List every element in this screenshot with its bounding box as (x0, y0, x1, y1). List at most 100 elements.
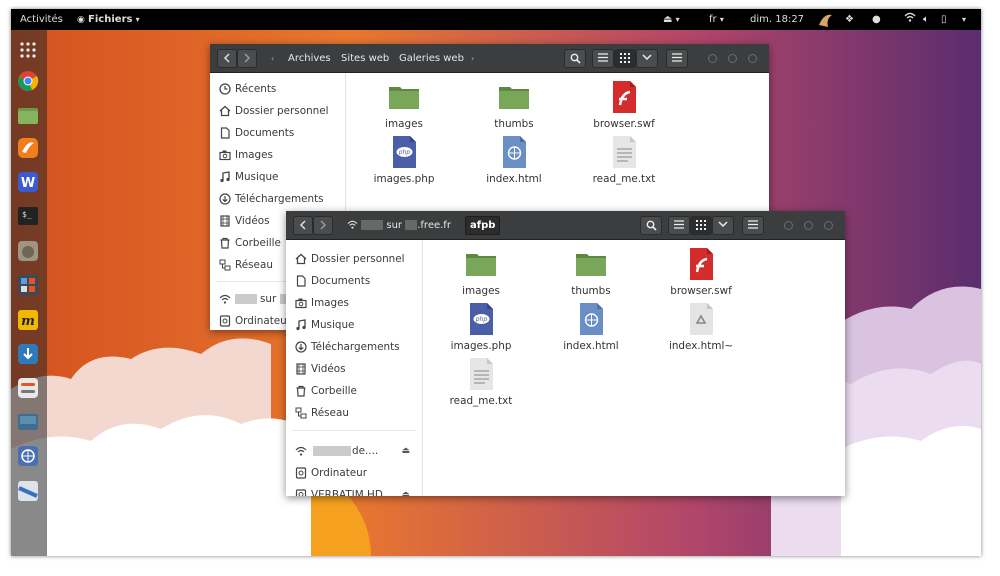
activities-button[interactable]: Activités (20, 9, 63, 30)
language-menu[interactable]: fr ▾ (709, 9, 724, 30)
list-view-button[interactable] (592, 49, 614, 68)
sidebar-item[interactable]: Téléchargements (210, 188, 345, 210)
sidebar-item[interactable]: VERBATIM HD ⏏ (286, 484, 422, 496)
disk-icon[interactable] (17, 480, 39, 502)
clock[interactable]: dim. 18:27 (750, 9, 804, 30)
list-view-button[interactable] (668, 216, 690, 235)
file-name: browser.swf (670, 285, 732, 297)
computer-icon (295, 467, 307, 479)
maximize-button[interactable] (804, 221, 813, 230)
view-options-button[interactable] (712, 216, 734, 235)
sidebar-item-label: Ordinateur (311, 467, 368, 479)
back-button[interactable] (293, 216, 313, 235)
sidebar-item[interactable]: de.... ⏏ (286, 440, 422, 462)
settings-icon[interactable] (17, 377, 39, 399)
file-item[interactable]: read_me.txt (431, 356, 531, 407)
back-button[interactable] (217, 49, 237, 68)
forward-button[interactable] (313, 216, 333, 235)
sidebar-item[interactable]: Réseau (286, 402, 422, 424)
battery-icon[interactable]: ▯ (941, 9, 947, 30)
eject-icon[interactable]: ⏏ (401, 484, 410, 496)
file-view: images thumbs browser.swf php images.php inde… (423, 240, 845, 496)
breadcrumb-scroll-left[interactable]: ‹ (266, 49, 279, 68)
close-button[interactable] (748, 54, 757, 63)
sidebar-item[interactable]: Téléchargements (286, 336, 422, 358)
maximize-button[interactable] (728, 54, 737, 63)
file-item[interactable]: index.html (464, 134, 564, 185)
sidebar-item-partial[interactable] (286, 240, 422, 248)
sidebar-item[interactable]: Récents (210, 78, 345, 100)
forward-button[interactable] (237, 49, 257, 68)
breadcrumb-current[interactable]: afpb (465, 216, 501, 235)
text-file-icon (463, 356, 499, 392)
file-name: read_me.txt (449, 395, 513, 407)
sidebar-item[interactable]: Documents (210, 122, 345, 144)
grid-view-button[interactable] (690, 216, 712, 235)
breadcrumb-item[interactable]: Archives (283, 49, 336, 68)
file-item[interactable]: php images.php (431, 301, 531, 352)
minimize-button[interactable] (784, 221, 793, 230)
files-icon[interactable] (17, 104, 39, 126)
view-options-button[interactable] (636, 49, 658, 68)
notification-icon[interactable]: ● (872, 9, 881, 30)
film-icon (219, 215, 231, 227)
chevron-right-icon (320, 220, 327, 230)
sidebar-item[interactable]: Musique (286, 314, 422, 336)
thunderbird-icon[interactable] (17, 137, 39, 159)
sidebar-item[interactable]: Dossier personnel (286, 248, 422, 270)
search-button[interactable] (640, 216, 662, 235)
network-icon[interactable] (17, 445, 39, 467)
file-item[interactable]: images (431, 246, 531, 297)
file-item[interactable]: php images.php (354, 134, 454, 185)
sidebar-item[interactable]: Vidéos (286, 358, 422, 380)
sidebar-item[interactable]: Images (210, 144, 345, 166)
screen-icon[interactable] (17, 411, 39, 433)
dropbox-icon[interactable]: ❖ (845, 9, 854, 30)
file-name: index.html~ (668, 340, 734, 352)
file-item[interactable]: thumbs (464, 79, 564, 130)
sidebar-item[interactable]: Documents (286, 270, 422, 292)
sidebar-item[interactable]: Ordinateur (286, 462, 422, 484)
redacted-text (235, 294, 257, 304)
php-file-icon: php (386, 134, 422, 170)
file-item[interactable]: browser.swf (574, 79, 674, 130)
gimp-icon[interactable] (17, 240, 39, 262)
eject-indicator[interactable]: ⏏ ▾ (663, 9, 680, 30)
wps-writer-icon[interactable]: W (17, 171, 39, 193)
install-icon[interactable] (17, 343, 39, 365)
sidebar: Dossier personnel Documents Images Musique T… (286, 240, 423, 496)
breadcrumb-scroll-right[interactable]: › (466, 49, 479, 68)
file-item[interactable]: browser.swf (651, 246, 751, 297)
menu-button[interactable] (666, 49, 688, 68)
volume-icon[interactable]: 🔈︎ (923, 9, 929, 30)
sidebar-item[interactable]: Corbeille (286, 380, 422, 402)
eject-icon[interactable]: ⏏ (401, 440, 410, 462)
wifi-icon[interactable] (904, 9, 916, 30)
menu-button[interactable] (742, 216, 764, 235)
system-menu-chevron-icon[interactable]: ▾ (962, 9, 966, 30)
sidebar-item[interactable]: Dossier personnel (210, 100, 345, 122)
search-button[interactable] (564, 49, 586, 68)
breadcrumb-item[interactable]: Galeries web (394, 49, 469, 68)
sidebar-item[interactable]: Musique (210, 166, 345, 188)
sidebar-item[interactable]: Images (286, 292, 422, 314)
grid-view-button[interactable] (614, 49, 636, 68)
minimize-button[interactable] (708, 54, 717, 63)
app-menu[interactable]: ◉ Fichiers ▾ (77, 9, 140, 30)
close-button[interactable] (824, 221, 833, 230)
file-item[interactable]: read_me.txt (574, 134, 674, 185)
home-icon (219, 105, 231, 117)
calculator-icon[interactable] (17, 274, 39, 296)
breadcrumb-location[interactable]: sur .free.fr (342, 216, 456, 235)
breadcrumb-item[interactable]: Sites web (336, 49, 394, 68)
mega-icon[interactable]: m (17, 309, 39, 331)
file-item[interactable]: index.html~ (651, 301, 751, 352)
moon-icon[interactable] (816, 9, 834, 30)
file-item[interactable]: images (354, 79, 454, 130)
terminal-icon[interactable]: $_ (17, 205, 39, 227)
grid-icon[interactable] (17, 39, 39, 61)
file-item[interactable]: thumbs (541, 246, 641, 297)
file-item[interactable]: index.html (541, 301, 641, 352)
file-name: thumbs (494, 118, 534, 130)
chrome-icon[interactable] (17, 70, 39, 92)
